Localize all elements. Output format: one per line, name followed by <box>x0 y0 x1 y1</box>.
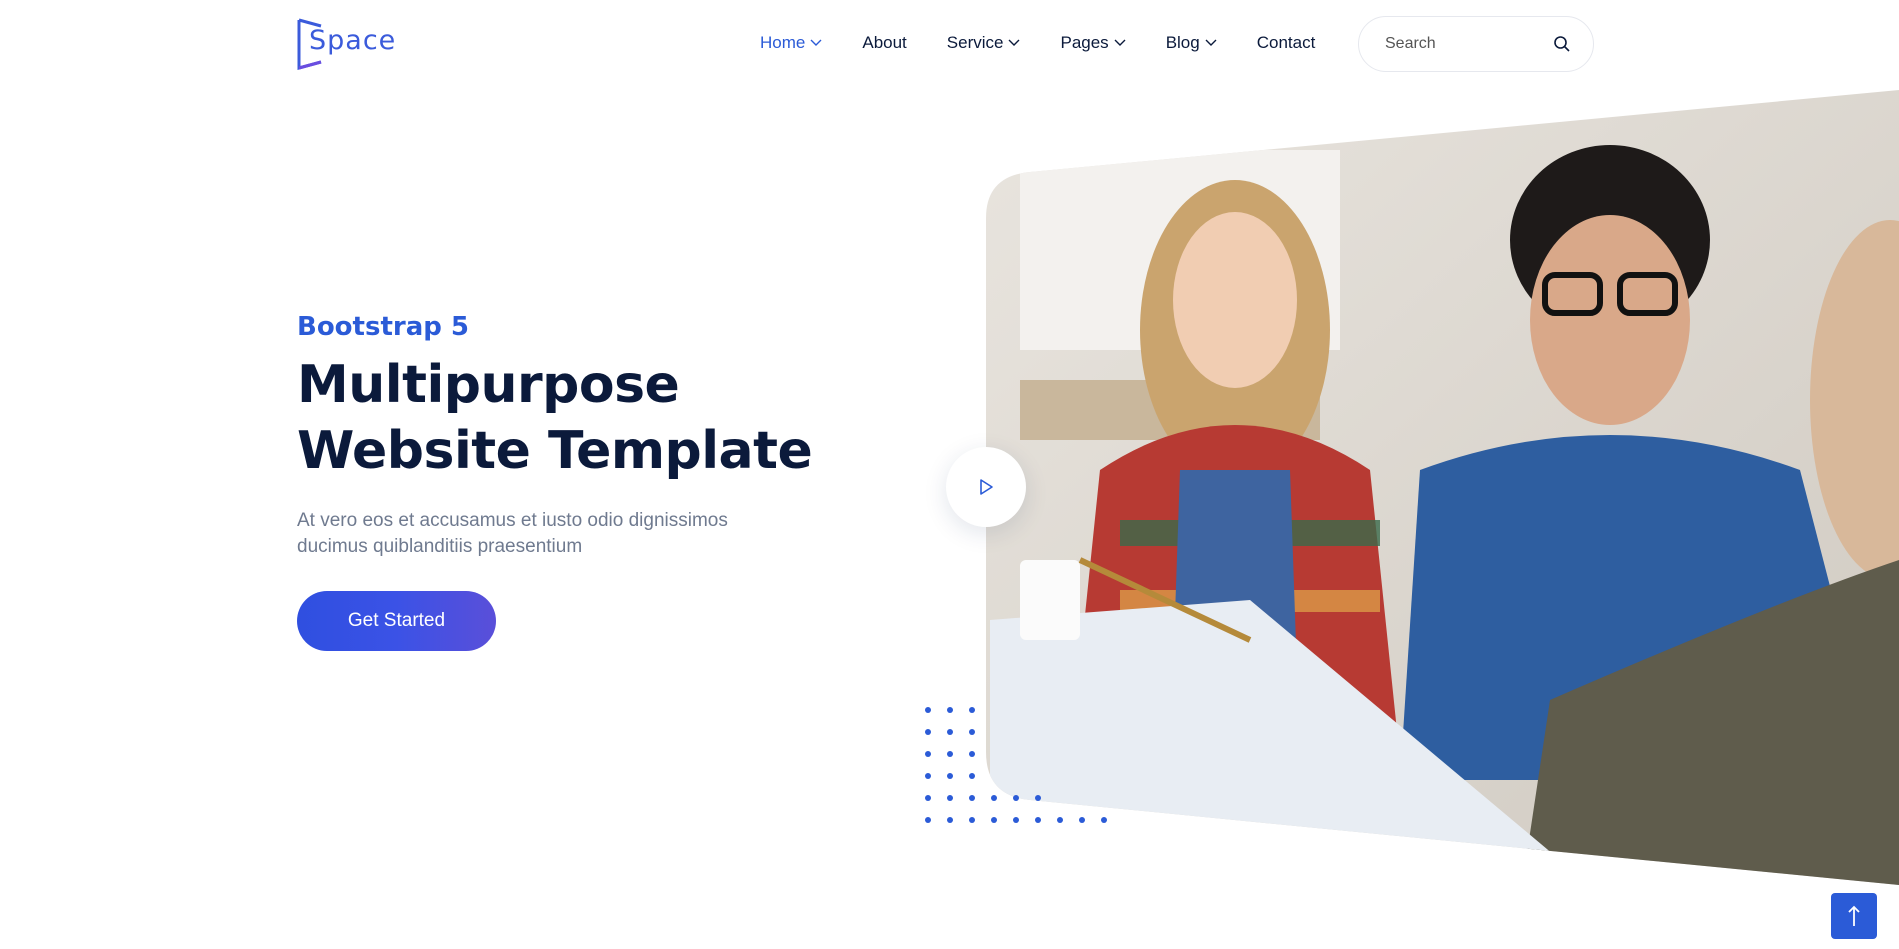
chevron-down-icon <box>1114 39 1126 46</box>
decorative-dot <box>969 817 975 823</box>
decorative-dot <box>925 817 931 823</box>
play-icon <box>980 479 993 495</box>
get-started-button[interactable]: Get Started <box>297 591 496 651</box>
decorative-dot <box>1079 817 1085 823</box>
nav-item-label: Blog <box>1165 33 1200 52</box>
decorative-dots <box>925 707 1107 823</box>
decorative-dot <box>1013 817 1019 823</box>
decorative-dot <box>969 751 975 757</box>
decorative-dot <box>969 795 975 801</box>
scroll-to-top-button[interactable] <box>1831 893 1877 939</box>
play-video-button[interactable] <box>946 447 1026 527</box>
nav-item-label: Pages <box>1060 33 1109 52</box>
nav-item-about[interactable]: About <box>862 33 906 53</box>
decorative-dot <box>925 707 931 713</box>
decorative-dot <box>1035 817 1041 823</box>
search-input[interactable] <box>1385 35 1545 53</box>
chevron-down-icon <box>1008 39 1020 46</box>
decorative-dot <box>947 795 953 801</box>
decorative-dot <box>947 729 953 735</box>
hero-subtext: At vero eos et accusamus et iusto odio d… <box>297 510 728 557</box>
nav-item-label: Home <box>760 33 806 52</box>
decorative-dot <box>947 707 953 713</box>
decorative-dot <box>925 773 931 779</box>
decorative-dot <box>969 707 975 713</box>
decorative-dot <box>1013 795 1019 801</box>
brand-name: Space <box>309 25 397 56</box>
nav-item-home[interactable]: Home <box>760 33 822 53</box>
decorative-dot <box>925 729 931 735</box>
nav-item-service[interactable]: Service <box>947 33 1021 53</box>
nav-item-contact[interactable]: Contact <box>1257 33 1316 53</box>
decorative-dot <box>925 795 931 801</box>
nav-item-blog[interactable]: Blog <box>1166 33 1217 53</box>
arrow-up-icon <box>1848 905 1860 926</box>
decorative-dot <box>969 773 975 779</box>
brand-logo[interactable]: Space <box>297 16 397 72</box>
decorative-dot <box>991 817 997 823</box>
decorative-dot <box>947 773 953 779</box>
main-nav: Home About Service Pages Blog Contact <box>760 28 1315 58</box>
decorative-dot <box>969 729 975 735</box>
search-icon[interactable] <box>1553 35 1571 53</box>
nav-item-pages[interactable]: Pages <box>1060 33 1126 53</box>
hero-headline-line: Website Template <box>297 421 813 481</box>
decorative-dot <box>947 751 953 757</box>
decorative-dot <box>991 795 997 801</box>
search-box <box>1358 16 1594 72</box>
hero-headline: Multipurpose Website Template <box>297 352 817 484</box>
hero-headline-line: Multipurpose <box>297 355 680 415</box>
decorative-dot <box>1101 817 1107 823</box>
nav-item-label: Service <box>946 33 1004 52</box>
nav-item-label: Contact <box>1256 33 1316 52</box>
chevron-down-icon <box>810 39 822 46</box>
decorative-dot <box>1057 817 1063 823</box>
nav-item-label: About <box>862 33 907 52</box>
decorative-dot <box>1035 795 1041 801</box>
hero-eyebrow: Bootstrap 5 <box>297 312 469 342</box>
decorative-dot <box>947 817 953 823</box>
decorative-dot <box>925 751 931 757</box>
chevron-down-icon <box>1205 39 1217 46</box>
